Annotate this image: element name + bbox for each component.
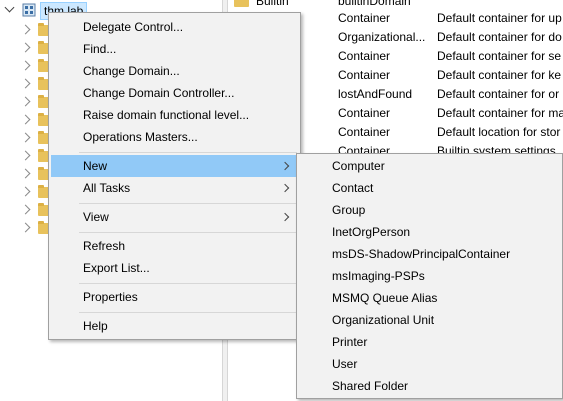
menu-item-view[interactable]: View bbox=[51, 206, 298, 228]
menu-item-label: Export List... bbox=[83, 261, 150, 275]
submenu-item-label: Printer bbox=[332, 335, 368, 349]
list-item-description: Default location for stor bbox=[437, 125, 561, 139]
menu-item-label: View bbox=[83, 210, 109, 224]
menu-item-all-tasks[interactable]: All Tasks bbox=[51, 177, 298, 199]
submenu-item-label: Computer bbox=[332, 159, 385, 173]
expand-chevron-icon[interactable] bbox=[20, 42, 31, 53]
submenu-item-label: msDS-ShadowPrincipalContainer bbox=[332, 247, 511, 261]
context-menu: Delegate Control... Find... Change Domai… bbox=[48, 12, 301, 340]
list-item-description: Default container for or bbox=[437, 87, 560, 101]
menu-item-refresh[interactable]: Refresh bbox=[51, 235, 298, 257]
menu-item-find[interactable]: Find... bbox=[51, 38, 298, 60]
submenu-item-inetorgperson[interactable]: InetOrgPerson bbox=[299, 221, 561, 243]
list-item-type: Container bbox=[338, 68, 391, 82]
submenu-item-shared-folder[interactable]: Shared Folder bbox=[299, 375, 561, 397]
menu-separator bbox=[79, 312, 297, 313]
expand-chevron-icon[interactable] bbox=[20, 96, 31, 107]
menu-item-label: Raise domain functional level... bbox=[83, 108, 250, 122]
menu-item-label: Help bbox=[83, 319, 108, 333]
expand-chevron-icon[interactable] bbox=[20, 60, 31, 71]
submenu-item-label: User bbox=[332, 357, 358, 371]
menu-item-change-domain-controller[interactable]: Change Domain Controller... bbox=[51, 82, 298, 104]
new-submenu: Computer Contact Group InetOrgPerson msD… bbox=[296, 153, 563, 399]
list-item-description: Default container for ma bbox=[437, 106, 563, 120]
menu-item-export-list[interactable]: Export List... bbox=[51, 257, 298, 279]
menu-item-new[interactable]: New bbox=[51, 155, 298, 177]
expand-chevron-icon[interactable] bbox=[20, 114, 31, 125]
expand-chevron-icon[interactable] bbox=[20, 150, 31, 161]
expand-chevron-icon[interactable] bbox=[20, 204, 31, 215]
list-item-type: Container bbox=[338, 49, 391, 63]
menu-item-label: Delegate Control... bbox=[83, 20, 184, 34]
expand-chevron-icon[interactable] bbox=[4, 2, 15, 13]
submenu-item-msimaging-psps[interactable]: msImaging-PSPs bbox=[299, 265, 561, 287]
submenu-item-computer[interactable]: Computer bbox=[299, 155, 561, 177]
submenu-arrow-icon bbox=[280, 212, 290, 222]
menu-item-help[interactable]: Help bbox=[51, 315, 298, 337]
submenu-item-msmq-queue-alias[interactable]: MSMQ Queue Alias bbox=[299, 287, 561, 309]
expand-chevron-icon[interactable] bbox=[20, 168, 31, 179]
menu-separator bbox=[79, 152, 297, 153]
list-item-description: Default container for se bbox=[437, 49, 562, 63]
expand-chevron-icon[interactable] bbox=[20, 186, 31, 197]
submenu-item-label: Organizational Unit bbox=[332, 313, 435, 327]
menu-item-change-domain[interactable]: Change Domain... bbox=[51, 60, 298, 82]
menu-separator bbox=[79, 232, 297, 233]
submenu-item-group[interactable]: Group bbox=[299, 199, 561, 221]
menu-item-label: Refresh bbox=[83, 239, 126, 253]
submenu-item-label: InetOrgPerson bbox=[332, 225, 411, 239]
submenu-item-label: Group bbox=[332, 203, 366, 217]
submenu-item-user[interactable]: User bbox=[299, 353, 561, 375]
expand-chevron-icon[interactable] bbox=[20, 78, 31, 89]
menu-item-label: New bbox=[83, 159, 108, 173]
list-item-type: lostAndFound bbox=[338, 87, 413, 101]
list-item-type: Container bbox=[338, 125, 391, 139]
list-item-description: Default container for ke bbox=[437, 68, 562, 82]
menu-item-label: Operations Masters... bbox=[83, 130, 198, 144]
submenu-arrow-icon bbox=[280, 161, 290, 171]
list-item-description: Default container for do bbox=[437, 30, 562, 44]
menu-separator bbox=[79, 283, 297, 284]
domain-icon bbox=[22, 3, 36, 17]
menu-item-properties[interactable]: Properties bbox=[51, 286, 298, 308]
list-item-description: Default container for up bbox=[437, 11, 562, 25]
submenu-item-label: Shared Folder bbox=[332, 379, 409, 393]
menu-separator bbox=[79, 203, 297, 204]
menu-item-label: Properties bbox=[83, 290, 138, 304]
expand-chevron-icon[interactable] bbox=[20, 222, 31, 233]
submenu-item-label: MSMQ Queue Alias bbox=[332, 291, 438, 305]
list-item-type: Container bbox=[338, 106, 391, 120]
menu-item-label: All Tasks bbox=[83, 181, 131, 195]
submenu-item-label: msImaging-PSPs bbox=[332, 269, 425, 283]
menu-item-operations-masters[interactable]: Operations Masters... bbox=[51, 126, 298, 148]
expand-chevron-icon[interactable] bbox=[20, 132, 31, 143]
expand-chevron-icon[interactable] bbox=[20, 24, 31, 35]
submenu-item-label: Contact bbox=[332, 181, 374, 195]
folder-icon bbox=[234, 0, 249, 7]
menu-item-delegate-control[interactable]: Delegate Control... bbox=[51, 16, 298, 38]
menu-item-label: Change Domain Controller... bbox=[83, 86, 235, 100]
list-item-type: Container bbox=[338, 11, 391, 25]
menu-item-label: Change Domain... bbox=[83, 64, 180, 78]
list-item-type: Organizational... bbox=[338, 30, 426, 44]
submenu-item-printer[interactable]: Printer bbox=[299, 331, 561, 353]
submenu-item-organizational-unit[interactable]: Organizational Unit bbox=[299, 309, 561, 331]
menu-item-raise-functional-level[interactable]: Raise domain functional level... bbox=[51, 104, 298, 126]
submenu-arrow-icon bbox=[280, 183, 290, 193]
submenu-item-contact[interactable]: Contact bbox=[299, 177, 561, 199]
submenu-item-shadow-principal-container[interactable]: msDS-ShadowPrincipalContainer bbox=[299, 243, 561, 265]
menu-item-label: Find... bbox=[83, 42, 117, 56]
